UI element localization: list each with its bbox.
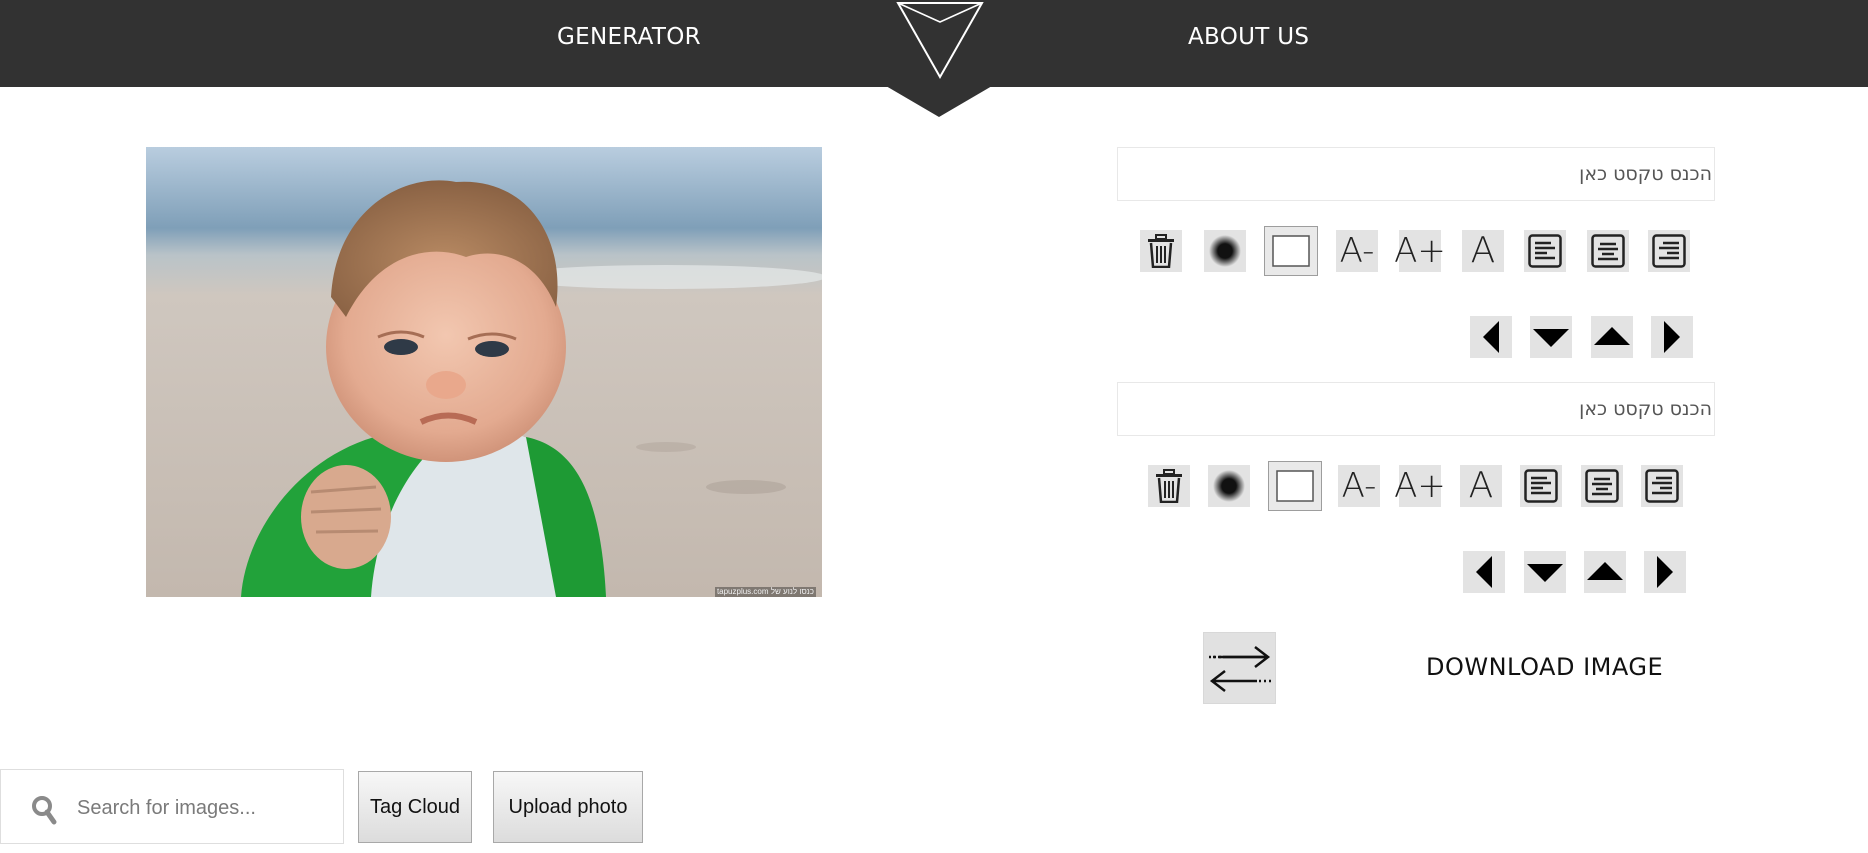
move-up-button-2[interactable]: [1584, 551, 1626, 593]
header-notch: [886, 86, 992, 117]
nav-generator-link[interactable]: GENERATOR: [557, 24, 701, 50]
caret-up-icon: [1587, 562, 1623, 580]
align-right-button-2[interactable]: [1641, 465, 1683, 507]
font-reset-button-2[interactable]: A: [1460, 465, 1502, 507]
image-search-box: [0, 769, 344, 844]
move-down-button-2[interactable]: [1524, 551, 1566, 593]
font-decrease-label: A-: [1341, 466, 1377, 506]
trash-icon: [1156, 469, 1182, 503]
move-right-button-2[interactable]: [1644, 551, 1686, 593]
delete-text-button[interactable]: [1140, 230, 1182, 272]
align-left-button-2[interactable]: [1520, 465, 1562, 507]
move-left-button-2[interactable]: [1463, 551, 1505, 593]
swap-text-button[interactable]: [1203, 632, 1276, 704]
font-increase-button-2[interactable]: A+: [1394, 465, 1446, 507]
image-watermark: tapuzplus.com כנסו לנוע של: [714, 587, 816, 597]
align-right-icon: [1645, 469, 1679, 503]
align-left-button[interactable]: [1524, 230, 1566, 272]
text-outline-button-2[interactable]: [1268, 461, 1322, 511]
font-increase-button[interactable]: A+: [1394, 230, 1446, 272]
tag-cloud-button[interactable]: Tag Cloud: [358, 771, 472, 843]
caret-right-icon: [1664, 321, 1680, 353]
align-right-icon: [1652, 234, 1686, 268]
caret-down-icon: [1533, 329, 1569, 347]
triangle-logo-icon[interactable]: [896, 0, 984, 80]
caret-right-icon: [1657, 556, 1673, 588]
text-outline-button[interactable]: [1264, 226, 1318, 276]
text-shadow-button[interactable]: [1204, 230, 1246, 272]
align-center-button-2[interactable]: [1581, 465, 1623, 507]
shadow-dot-icon: [1209, 235, 1241, 267]
font-increase-label: A+: [1394, 466, 1446, 506]
font-decrease-label: A-: [1339, 231, 1375, 271]
delete-text-button-2[interactable]: [1148, 465, 1190, 507]
nav-about-link[interactable]: ABOUT US: [1188, 24, 1309, 50]
font-increase-label: A+: [1394, 231, 1446, 271]
bottom-text-input[interactable]: [1117, 382, 1715, 436]
font-decrease-button-2[interactable]: A-: [1338, 465, 1380, 507]
font-reset-label: A: [1470, 230, 1496, 271]
align-right-button[interactable]: [1648, 230, 1690, 272]
swap-arrows-icon: [1208, 646, 1271, 692]
caret-down-icon: [1527, 564, 1563, 582]
caret-up-icon: [1594, 327, 1630, 345]
align-center-button[interactable]: [1587, 230, 1629, 272]
move-right-button[interactable]: [1651, 316, 1693, 358]
font-decrease-button[interactable]: A-: [1336, 230, 1378, 272]
caret-left-icon: [1476, 556, 1492, 588]
download-image-button[interactable]: DOWNLOAD IMAGE: [1426, 653, 1663, 681]
meme-image: tapuzplus.com כנסו לנוע של: [146, 147, 822, 597]
outline-box-icon: [1276, 470, 1314, 502]
font-reset-button[interactable]: A: [1462, 230, 1504, 272]
text-shadow-button-2[interactable]: [1208, 465, 1250, 507]
align-center-icon: [1591, 234, 1625, 268]
shadow-dot-icon: [1213, 470, 1245, 502]
caret-left-icon: [1483, 321, 1499, 353]
move-down-button[interactable]: [1530, 316, 1572, 358]
align-left-icon: [1524, 469, 1558, 503]
move-up-button[interactable]: [1591, 316, 1633, 358]
move-left-button[interactable]: [1470, 316, 1512, 358]
search-icon: [32, 796, 57, 825]
align-left-icon: [1528, 234, 1562, 268]
top-text-input[interactable]: [1117, 147, 1715, 201]
trash-icon: [1148, 234, 1174, 268]
outline-box-icon: [1272, 235, 1310, 267]
align-center-icon: [1585, 469, 1619, 503]
upload-photo-button[interactable]: Upload photo: [493, 771, 643, 843]
font-reset-label: A: [1468, 465, 1494, 506]
image-search-input[interactable]: [75, 788, 329, 828]
